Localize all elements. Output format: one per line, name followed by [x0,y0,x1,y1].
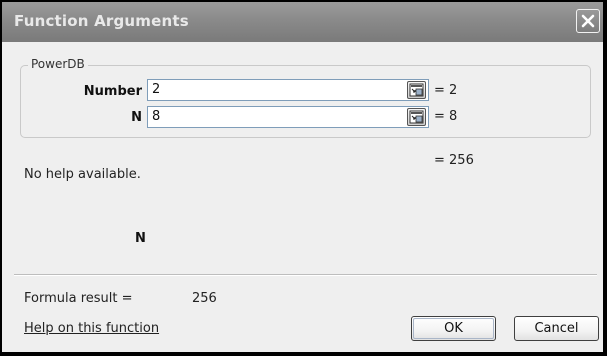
argument-label-n: N [131,110,142,125]
cancel-button[interactable]: Cancel [514,316,599,341]
help-on-function-link[interactable]: Help on this function [24,321,159,336]
function-result-preview: = 256 [434,153,474,168]
argument-value-number: 2 [152,82,161,97]
formula-result-label: Formula result = [24,291,133,306]
divider [14,274,597,276]
close-button[interactable] [576,9,600,33]
function-name-label: PowerDB [28,57,88,71]
function-arguments-dialog: Function Arguments PowerDB Number 2 = 2 … [0,0,607,356]
argument-input-n[interactable]: 8 [147,106,429,128]
current-argument-label: N [135,231,146,246]
ok-button[interactable]: OK [411,316,496,341]
dialog-title: Function Arguments [14,12,189,30]
collapse-dialog-icon [409,83,424,97]
title-bar[interactable]: Function Arguments [2,2,603,42]
argument-label-number: Number [83,84,142,99]
collapse-dialog-button-n[interactable] [407,108,426,126]
close-icon [581,14,595,28]
argument-input-number[interactable]: 2 [147,79,429,101]
function-description: No help available. [24,167,141,182]
argument-value-n: 8 [152,109,161,124]
ok-button-focus-ring [413,318,494,339]
argument-evaluated-number: = 2 [434,83,458,98]
argument-evaluated-n: = 8 [434,109,458,124]
formula-result-value: 256 [192,291,217,306]
collapse-dialog-icon [409,110,424,124]
collapse-dialog-button-number[interactable] [407,81,426,99]
cancel-button-label: Cancel [534,321,579,336]
